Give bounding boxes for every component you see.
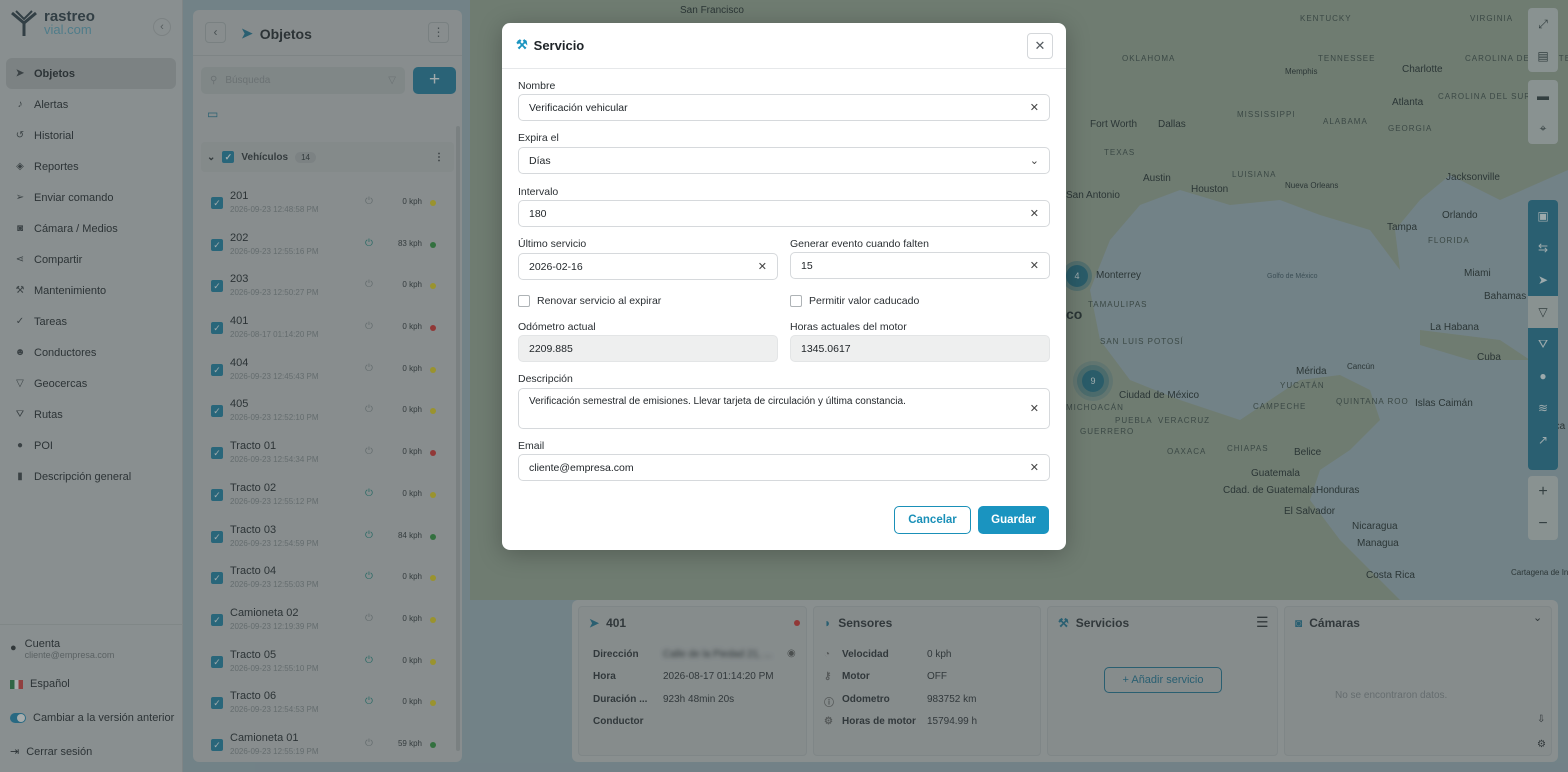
wrench-icon: ⚒: [516, 37, 528, 52]
description-textarea[interactable]: Verificación semestral de emisiones. Lle…: [518, 388, 1050, 429]
close-button[interactable]: ✕: [1027, 33, 1053, 59]
clear-icon[interactable]: ✕: [1030, 101, 1039, 114]
name-value: Verificación vehicular: [529, 101, 628, 114]
clear-icon[interactable]: ✕: [758, 260, 767, 273]
modal-title-text: Servicio: [533, 37, 585, 53]
trigger-label: Generar evento cuando falten: [790, 238, 929, 250]
interval-field[interactable]: 180 ✕: [518, 200, 1050, 227]
close-icon: ✕: [1034, 38, 1046, 53]
last-service-date-field[interactable]: 2026-02-16 ✕: [518, 253, 778, 280]
clear-icon[interactable]: ✕: [1030, 207, 1039, 220]
renew-checkbox[interactable]: Renovar servicio al expirar: [518, 295, 661, 307]
odometer-label: Odómetro actual: [518, 321, 596, 333]
name-field[interactable]: Verificación vehicular ✕: [518, 94, 1050, 121]
allow-expired-checkbox[interactable]: Permitir valor caducado: [790, 295, 919, 307]
email-value: cliente@empresa.com: [529, 461, 634, 474]
last-service-label: Último servicio: [518, 238, 587, 250]
engine-hours-value: 1345.0617: [801, 342, 851, 355]
description-label: Descripción: [518, 373, 573, 385]
save-button[interactable]: Guardar: [978, 506, 1049, 534]
expires-label: Expira el: [518, 132, 559, 144]
renew-label: Renovar servicio al expirar: [537, 295, 662, 307]
odometer-value: 2209.885: [529, 342, 573, 355]
description-value: Verificación semestral de emisiones. Lle…: [529, 396, 906, 407]
email-label: Email: [518, 440, 545, 452]
email-field[interactable]: cliente@empresa.com ✕: [518, 454, 1050, 481]
interval-label: Intervalo: [518, 186, 559, 198]
checkbox-box[interactable]: [790, 295, 802, 307]
modal-header: [502, 23, 1066, 69]
engine-hours-field: 1345.0617: [790, 335, 1050, 362]
allow-expired-label: Permitir valor caducado: [809, 295, 920, 307]
clear-icon[interactable]: ✕: [1030, 259, 1039, 272]
modal-title: ⚒ Servicio: [516, 37, 584, 53]
checkbox-box[interactable]: [518, 295, 530, 307]
interval-value: 180: [529, 207, 547, 220]
trigger-value: 15: [801, 259, 813, 272]
odometer-field: 2209.885: [518, 335, 778, 362]
trigger-field[interactable]: 15 ✕: [790, 252, 1050, 279]
expires-select[interactable]: Días ⌄: [518, 147, 1050, 174]
service-modal: ⚒ Servicio ✕ Nombre Verificación vehicula…: [502, 23, 1066, 550]
chevron-down-icon: ⌄: [1029, 155, 1039, 167]
name-label: Nombre: [518, 80, 556, 92]
last-service-value: 2026-02-16: [529, 260, 583, 273]
engine-hours-label: Horas actuales del motor: [790, 321, 907, 333]
clear-icon[interactable]: ✕: [1030, 402, 1039, 415]
cancel-button[interactable]: Cancelar: [894, 506, 971, 534]
expires-value: Días: [529, 154, 551, 167]
clear-icon[interactable]: ✕: [1030, 461, 1039, 474]
